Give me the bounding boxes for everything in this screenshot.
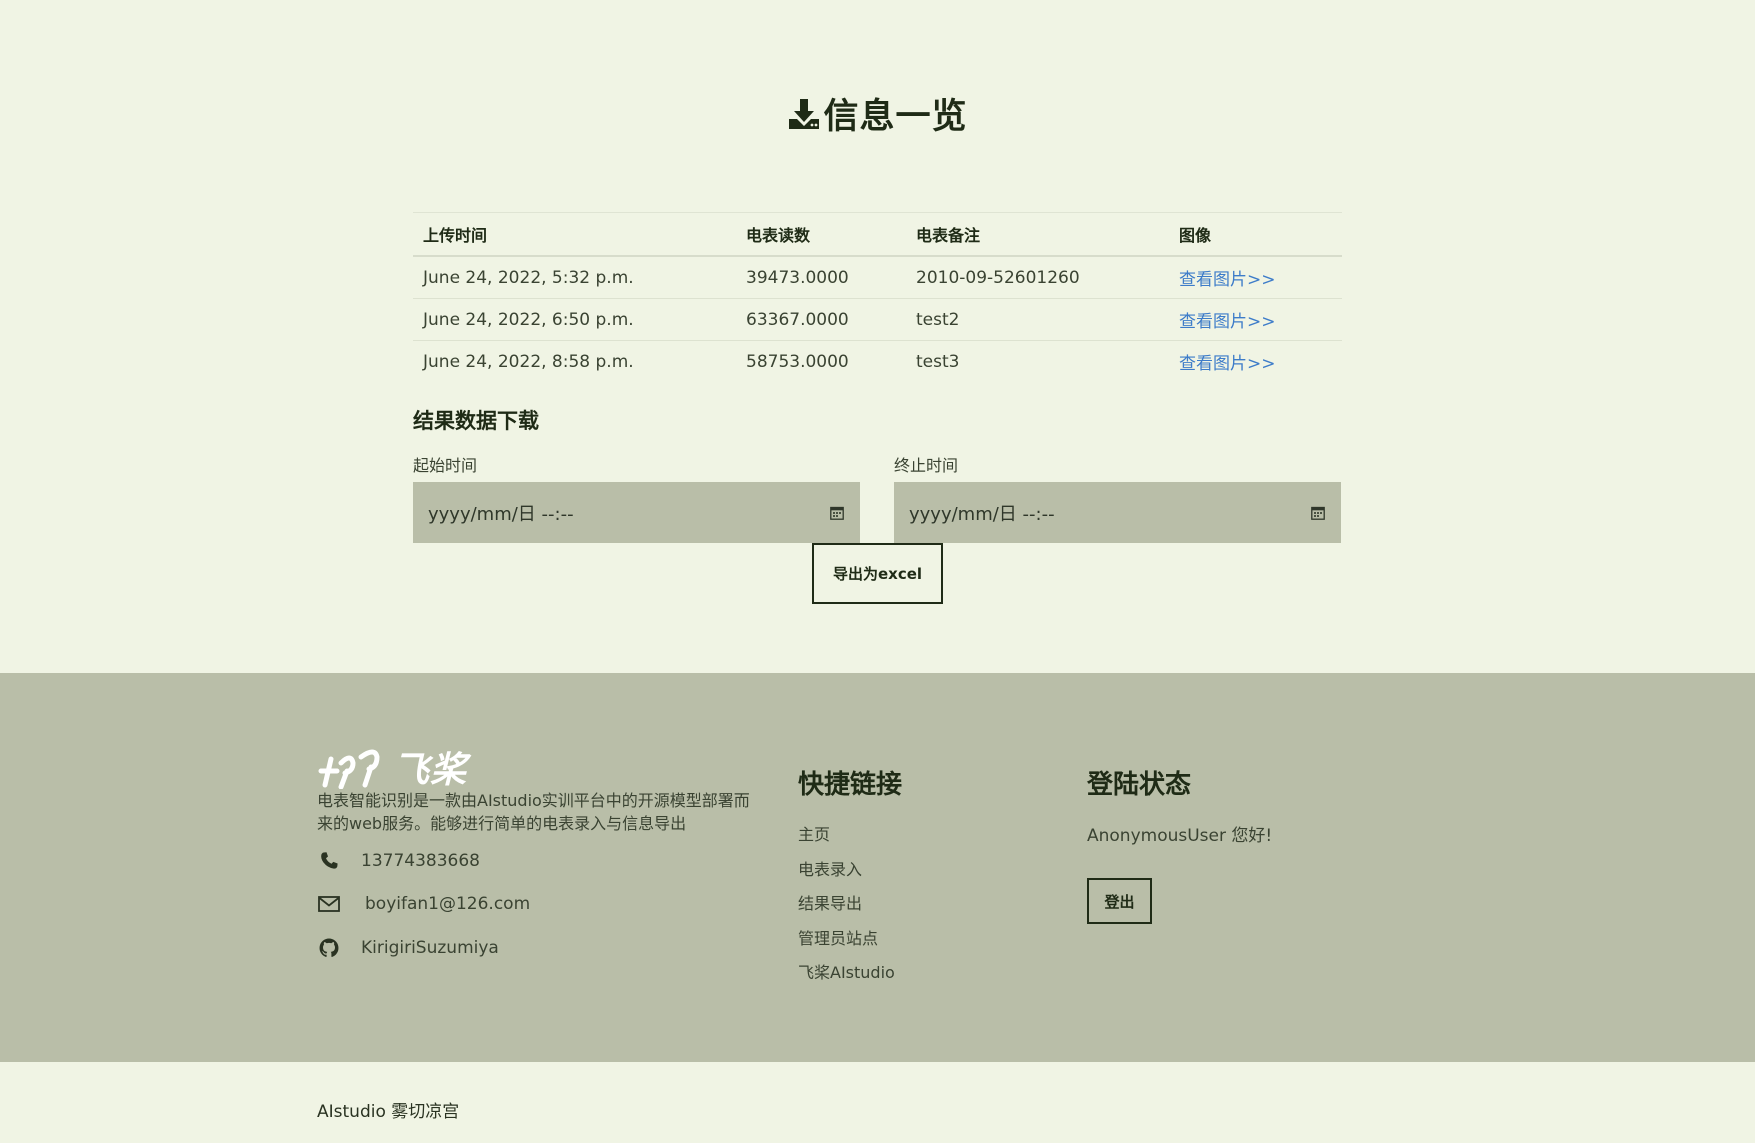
github-contact: KirigiriSuzumiya bbox=[317, 936, 499, 960]
quick-link-home[interactable]: 主页 bbox=[798, 821, 830, 845]
table-header-row: 上传时间 电表读数 电表备注 图像 bbox=[413, 212, 1342, 257]
end-time-input[interactable]: yyyy/mm/日 --:-- bbox=[894, 482, 1341, 543]
logout-button[interactable]: 登出 bbox=[1087, 878, 1152, 924]
column-header-reading: 电表读数 bbox=[736, 212, 906, 257]
records-table: 上传时间 电表读数 电表备注 图像 June 24, 2022, 5:32 p.… bbox=[413, 212, 1342, 382]
paddle-logo: 飞桨 bbox=[317, 741, 467, 793]
cell-upload-time: June 24, 2022, 8:58 p.m. bbox=[423, 351, 634, 372]
start-time-placeholder: yyyy/mm/日 --:-- bbox=[428, 503, 574, 525]
column-header-upload-time: 上传时间 bbox=[413, 212, 736, 257]
calendar-icon[interactable] bbox=[1311, 506, 1325, 520]
column-header-note: 电表备注 bbox=[906, 212, 1169, 257]
phone-contact: 13774383668 bbox=[317, 849, 480, 873]
login-status-heading: 登陆状态 bbox=[1087, 770, 1192, 800]
github-username: KirigiriSuzumiya bbox=[361, 938, 499, 958]
start-time-input[interactable]: yyyy/mm/日 --:-- bbox=[413, 482, 860, 543]
view-image-link[interactable]: 查看图片>> bbox=[1179, 354, 1276, 374]
phone-number: 13774383668 bbox=[361, 851, 480, 871]
page: 信息一览 上传时间 电表读数 电表备注 图像 June 24, 2022, 5:… bbox=[0, 0, 1755, 1143]
phone-icon bbox=[321, 852, 338, 869]
copyright-text: AIstudio 雾切凉宫 bbox=[317, 1102, 460, 1122]
cell-note: test3 bbox=[916, 351, 960, 372]
cell-note: 2010-09-52601260 bbox=[906, 256, 1169, 299]
cell-note: test2 bbox=[906, 298, 1169, 341]
quick-link-result-export[interactable]: 结果导出 bbox=[798, 890, 862, 914]
view-image-link[interactable]: 查看图片>> bbox=[1179, 270, 1276, 290]
end-time-label: 终止时间 bbox=[894, 456, 959, 475]
github-icon bbox=[319, 938, 339, 957]
page-title-text: 信息一览 bbox=[823, 97, 968, 137]
view-image-link[interactable]: 查看图片>> bbox=[1179, 312, 1276, 332]
download-icon bbox=[789, 98, 820, 129]
page-title: 信息一览 bbox=[787, 88, 967, 139]
paddle-logo-mark bbox=[318, 749, 380, 789]
user-greeting: AnonymousUser 您好! bbox=[1087, 826, 1273, 846]
calendar-icon[interactable] bbox=[830, 506, 844, 520]
end-time-placeholder: yyyy/mm/日 --:-- bbox=[909, 503, 1055, 525]
column-header-image: 图像 bbox=[1169, 212, 1342, 257]
email-address: boyifan1@126.com bbox=[365, 894, 531, 914]
cell-image: 查看图片>> bbox=[1169, 341, 1342, 383]
table-row: June 24, 2022, 6:50 p.m. 63367.0000 test… bbox=[413, 298, 1342, 341]
envelope-icon bbox=[318, 896, 340, 912]
table-row: June 24, 2022, 5:32 p.m. 39473.0000 2010… bbox=[413, 256, 1342, 299]
cell-upload-time: June 24, 2022, 5:32 p.m. bbox=[413, 256, 736, 299]
about-text: 电表智能识别是一款由AIstudio实训平台中的开源模型部署而来的web服务。能… bbox=[317, 791, 750, 833]
quick-link-meter-entry[interactable]: 电表录入 bbox=[798, 856, 862, 880]
cell-reading: 63367.0000 bbox=[736, 298, 906, 341]
cell-reading: 58753.0000 bbox=[746, 351, 849, 372]
footer: 飞桨 电表智能识别是一款由AIstudio实训平台中的开源模型部署而来的web服… bbox=[0, 673, 1755, 1062]
cell-upload-time: June 24, 2022, 6:50 p.m. bbox=[413, 298, 736, 341]
quick-links-heading: 快捷链接 bbox=[798, 770, 903, 800]
cell-reading: 39473.0000 bbox=[736, 256, 906, 299]
cell-image: 查看图片>> bbox=[1169, 256, 1342, 299]
title-bar: 信息一览 bbox=[0, 88, 1755, 139]
download-heading: 结果数据下载 bbox=[413, 409, 539, 433]
export-excel-button[interactable]: 导出为excel bbox=[812, 543, 943, 604]
quick-link-aistudio[interactable]: 飞桨AIstudio bbox=[798, 959, 895, 983]
start-time-label: 起始时间 bbox=[413, 456, 478, 475]
quick-link-admin-site[interactable]: 管理员站点 bbox=[798, 925, 878, 949]
email-contact: boyifan1@126.com bbox=[317, 892, 530, 916]
table-row: June 24, 2022, 8:58 p.m. 58753.0000 test… bbox=[413, 341, 1342, 383]
logo-text: 飞桨 bbox=[393, 750, 468, 791]
cell-image: 查看图片>> bbox=[1169, 298, 1342, 341]
